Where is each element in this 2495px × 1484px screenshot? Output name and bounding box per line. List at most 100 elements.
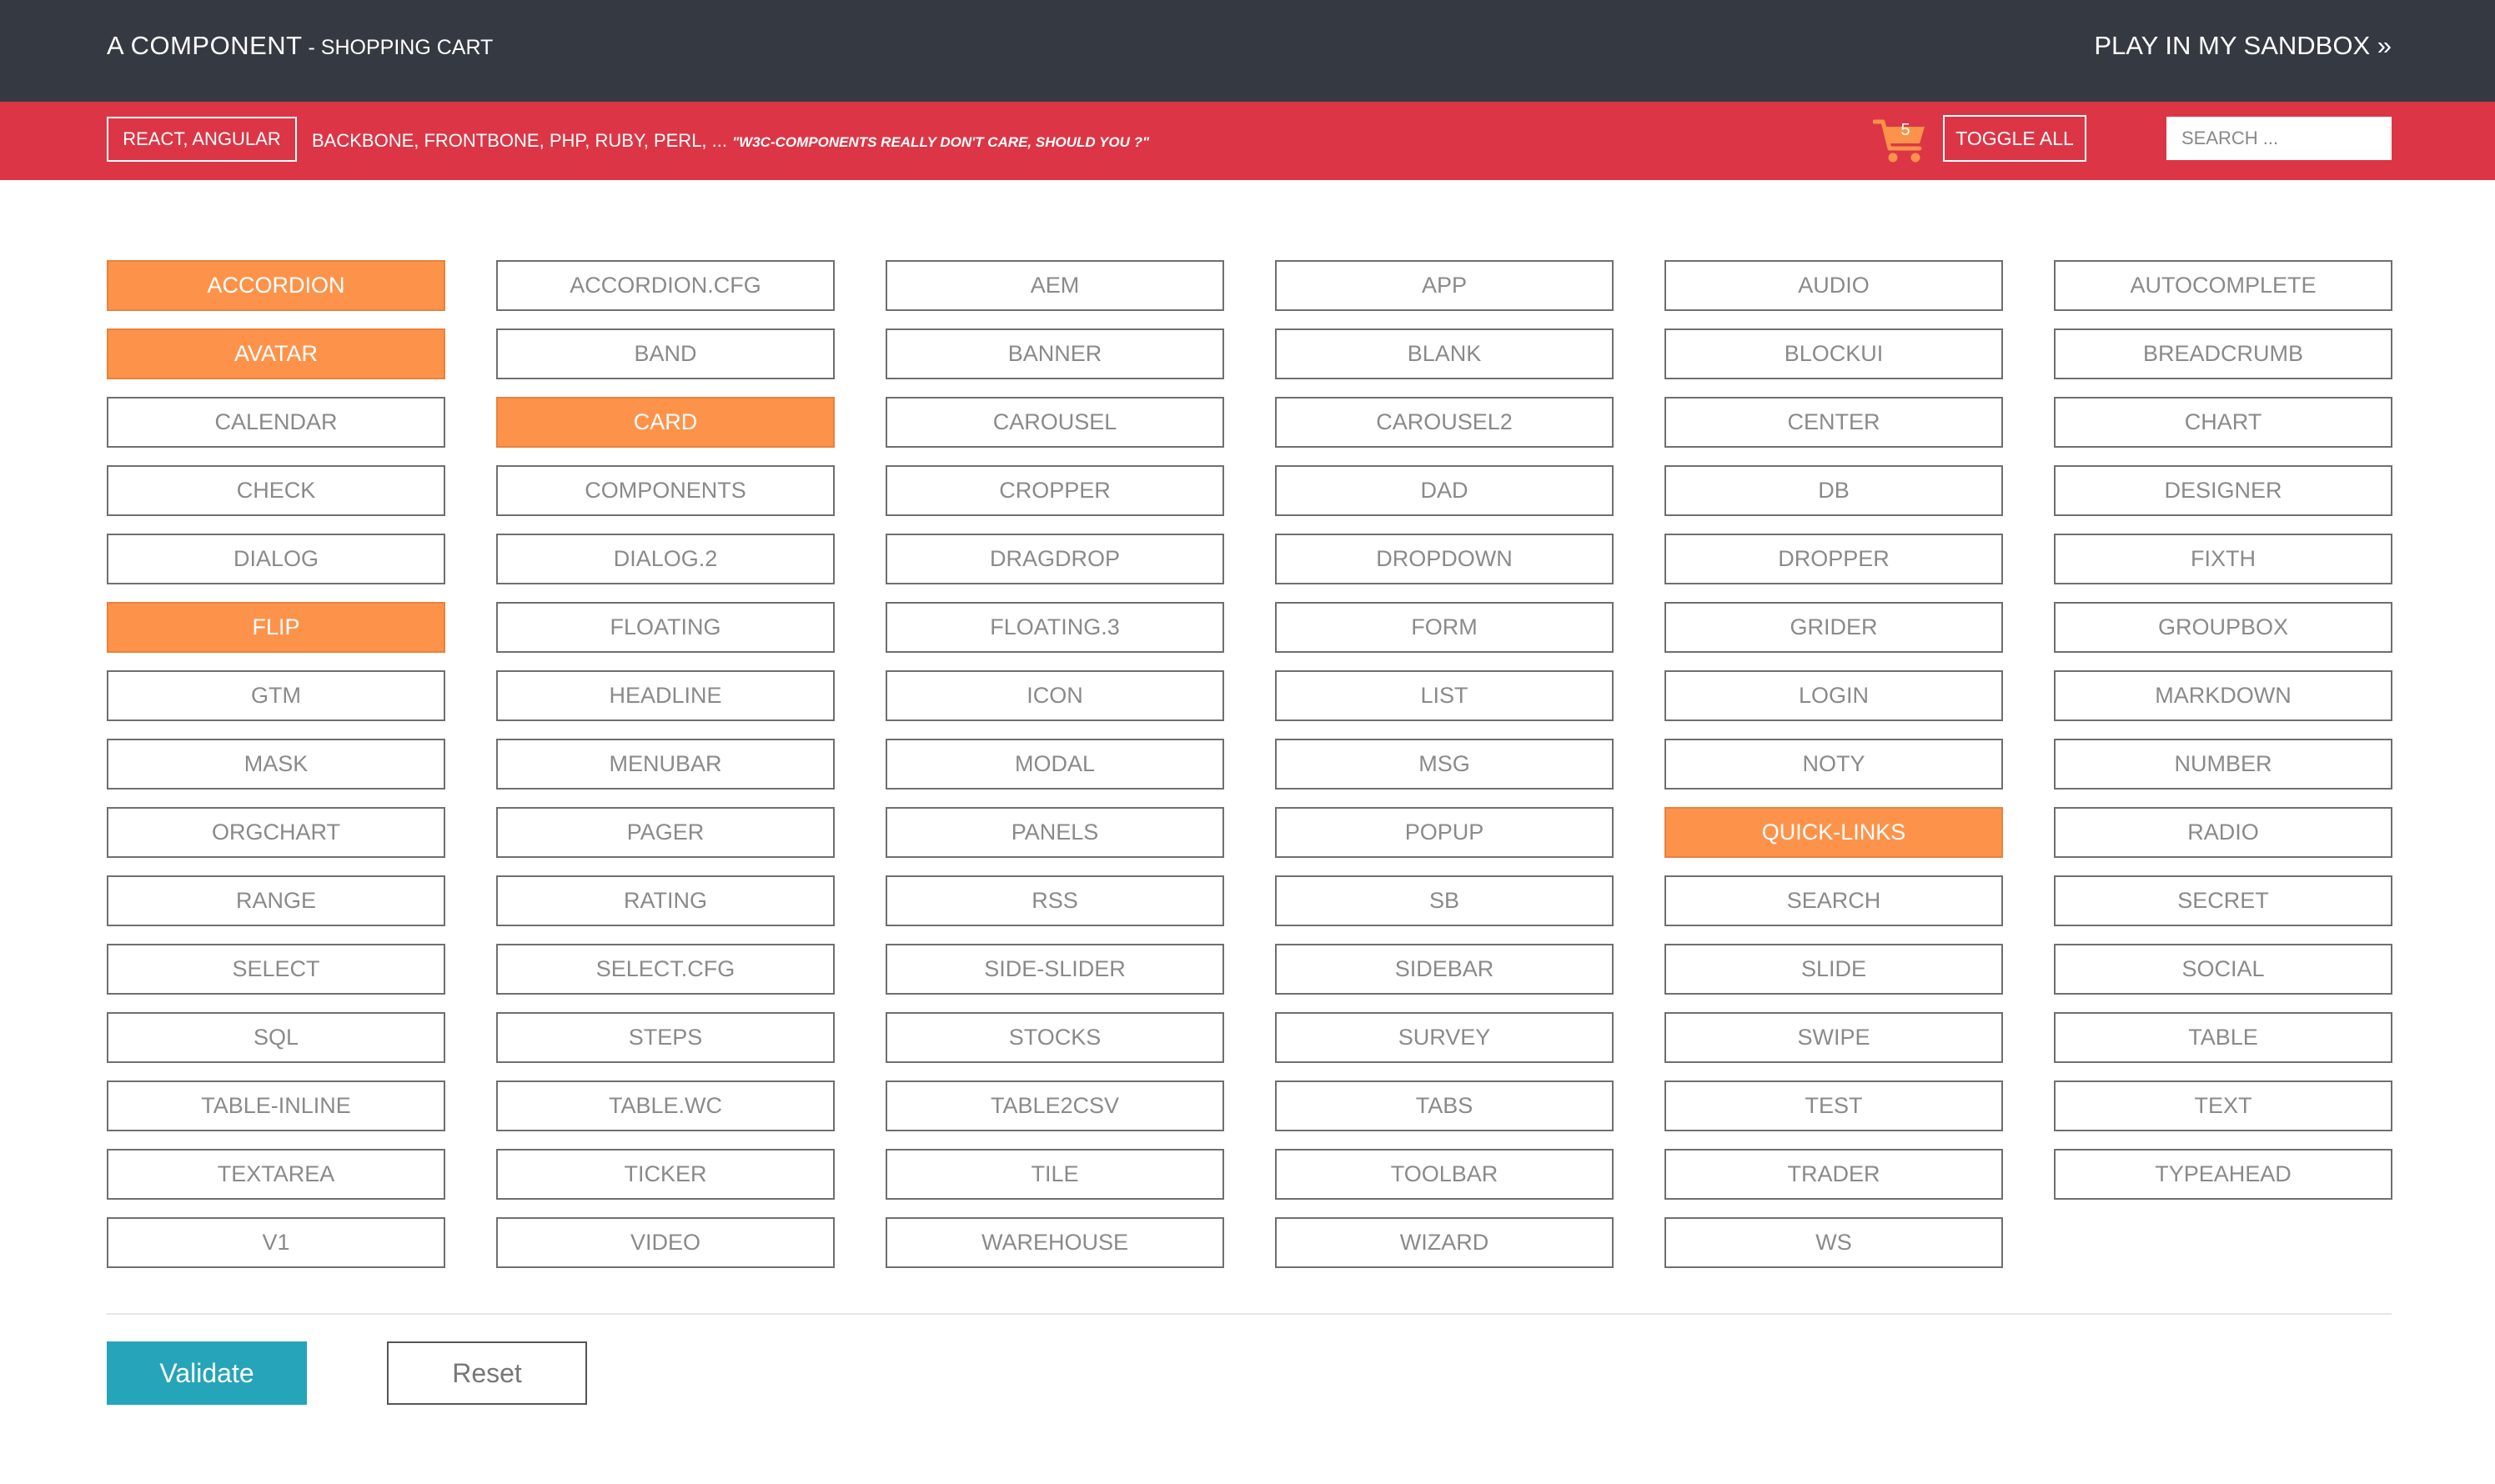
component-toggle-table-wc[interactable]: TABLE.WC [496, 1080, 835, 1131]
component-toggle-audio[interactable]: AUDIO [1664, 260, 2003, 311]
component-toggle-band[interactable]: BAND [496, 328, 835, 379]
component-toggle-app[interactable]: APP [1275, 260, 1614, 311]
component-toggle-slide[interactable]: SLIDE [1664, 944, 2003, 995]
reset-button[interactable]: Reset [387, 1341, 587, 1405]
component-toggle-groupbox[interactable]: GROUPBOX [2054, 602, 2392, 653]
component-toggle-quick-links[interactable]: QUICK-LINKS [1664, 807, 2003, 858]
component-toggle-ws[interactable]: WS [1664, 1217, 2003, 1268]
component-toggle-sql[interactable]: SQL [107, 1012, 445, 1063]
component-toggle-dropdown[interactable]: DROPDOWN [1275, 534, 1614, 584]
component-toggle-table[interactable]: TABLE [2054, 1012, 2392, 1063]
frameworks-button[interactable]: REACT, ANGULAR [107, 117, 297, 162]
component-toggle-stocks[interactable]: STOCKS [886, 1012, 1224, 1063]
component-toggle-flip[interactable]: FLIP [107, 602, 445, 653]
component-toggle-number[interactable]: NUMBER [2054, 739, 2392, 790]
component-toggle-center[interactable]: CENTER [1664, 397, 2003, 448]
component-toggle-sb[interactable]: SB [1275, 875, 1614, 926]
component-toggle-tile[interactable]: TILE [886, 1149, 1224, 1200]
component-toggle-v1[interactable]: V1 [107, 1217, 445, 1268]
component-toggle-dragdrop[interactable]: DRAGDROP [886, 534, 1224, 584]
component-toggle-modal[interactable]: MODAL [886, 739, 1224, 790]
component-toggle-panels[interactable]: PANELS [886, 807, 1224, 858]
component-toggle-carousel2[interactable]: CAROUSEL2 [1275, 397, 1614, 448]
component-toggle-pager[interactable]: PAGER [496, 807, 835, 858]
component-toggle-autocomplete[interactable]: AUTOCOMPLETE [2054, 260, 2392, 311]
component-toggle-dialog[interactable]: DIALOG [107, 534, 445, 584]
component-toggle-test[interactable]: TEST [1664, 1080, 2003, 1131]
component-toggle-dropper[interactable]: DROPPER [1664, 534, 2003, 584]
component-toggle-banner[interactable]: BANNER [886, 328, 1224, 379]
component-toggle-chart[interactable]: CHART [2054, 397, 2392, 448]
component-toggle-mask[interactable]: MASK [107, 739, 445, 790]
component-toggle-rss[interactable]: RSS [886, 875, 1224, 926]
component-grid: ACCORDION ACCORDION.CFG AEM APP AUDIO AUTOCOM… [107, 260, 2392, 1268]
component-toggle-trader[interactable]: TRADER [1664, 1149, 2003, 1200]
component-toggle-typeahead[interactable]: TYPEAHEAD [2054, 1149, 2392, 1200]
component-toggle-video[interactable]: VIDEO [496, 1217, 835, 1268]
component-toggle-carousel[interactable]: CAROUSEL [886, 397, 1224, 448]
component-toggle-msg[interactable]: MSG [1275, 739, 1614, 790]
component-toggle-markdown[interactable]: MARKDOWN [2054, 670, 2392, 721]
component-toggle-table-inline[interactable]: TABLE-INLINE [107, 1080, 445, 1131]
shopping-cart-button[interactable]: 5 [1873, 113, 1930, 165]
component-toggle-grider[interactable]: GRIDER [1664, 602, 2003, 653]
component-toggle-rating[interactable]: RATING [496, 875, 835, 926]
component-toggle-orgchart[interactable]: ORGCHART [107, 807, 445, 858]
component-toggle-gtm[interactable]: GTM [107, 670, 445, 721]
component-toggle-dialog-2[interactable]: DIALOG.2 [496, 534, 835, 584]
component-toggle-tabs[interactable]: TABS [1275, 1080, 1614, 1131]
component-toggle-blockui[interactable]: BLOCKUI [1664, 328, 2003, 379]
component-toggle-calendar[interactable]: CALENDAR [107, 397, 445, 448]
component-toggle-icon[interactable]: ICON [886, 670, 1224, 721]
component-toggle-side-slider[interactable]: SIDE-SLIDER [886, 944, 1224, 995]
component-toggle-warehouse[interactable]: WAREHOUSE [886, 1217, 1224, 1268]
component-toggle-range[interactable]: RANGE [107, 875, 445, 926]
component-toggle-social[interactable]: SOCIAL [2054, 944, 2392, 995]
search-input[interactable] [2166, 117, 2392, 160]
component-toggle-ticker[interactable]: TICKER [496, 1149, 835, 1200]
component-toggle-designer[interactable]: DESIGNER [2054, 465, 2392, 516]
component-toggle-aem[interactable]: AEM [886, 260, 1224, 311]
component-toggle-floating-3[interactable]: FLOATING.3 [886, 602, 1224, 653]
cart-count-badge: 5 [1900, 121, 1910, 139]
component-toggle-blank[interactable]: BLANK [1275, 328, 1614, 379]
component-toggle-popup[interactable]: POPUP [1275, 807, 1614, 858]
component-toggle-check[interactable]: CHECK [107, 465, 445, 516]
component-toggle-avatar[interactable]: AVATAR [107, 328, 445, 379]
component-toggle-steps[interactable]: STEPS [496, 1012, 835, 1063]
component-toggle-form[interactable]: FORM [1275, 602, 1614, 653]
component-toggle-table2csv[interactable]: TABLE2CSV [886, 1080, 1224, 1131]
validate-button[interactable]: Validate [107, 1341, 307, 1405]
component-toggle-search[interactable]: SEARCH [1664, 875, 2003, 926]
component-toggle-wizard[interactable]: WIZARD [1275, 1217, 1614, 1268]
component-toggle-secret[interactable]: SECRET [2054, 875, 2392, 926]
component-toggle-breadcrumb[interactable]: BREADCRUMB [2054, 328, 2392, 379]
component-toggle-survey[interactable]: SURVEY [1275, 1012, 1614, 1063]
component-toggle-text[interactable]: TEXT [2054, 1080, 2392, 1131]
component-toggle-headline[interactable]: HEADLINE [496, 670, 835, 721]
component-toggle-radio[interactable]: RADIO [2054, 807, 2392, 858]
component-toggle-sidebar[interactable]: SIDEBAR [1275, 944, 1614, 995]
component-toggle-select[interactable]: SELECT [107, 944, 445, 995]
component-toggle-toolbar[interactable]: TOOLBAR [1275, 1149, 1614, 1200]
component-toggle-textarea[interactable]: TEXTAREA [107, 1149, 445, 1200]
component-toggle-fixth[interactable]: FIXTH [2054, 534, 2392, 584]
component-toggle-dad[interactable]: DAD [1275, 465, 1614, 516]
component-toggle-floating[interactable]: FLOATING [496, 602, 835, 653]
component-toggle-accordion-cfg[interactable]: ACCORDION.CFG [496, 260, 835, 311]
top-header: A COMPONENT - SHOPPING CART PLAY IN MY S… [0, 0, 2495, 102]
component-toggle-login[interactable]: LOGIN [1664, 670, 2003, 721]
component-toggle-db[interactable]: DB [1664, 465, 2003, 516]
toggle-all-button[interactable]: TOGGLE ALL [1943, 115, 2086, 162]
frameworks-text: BACKBONE, FRONTBONE, PHP, RUBY, PERL, ..… [312, 102, 1149, 180]
component-toggle-accordion[interactable]: ACCORDION [107, 260, 445, 311]
component-toggle-cropper[interactable]: CROPPER [886, 465, 1224, 516]
component-toggle-swipe[interactable]: SWIPE [1664, 1012, 2003, 1063]
component-toggle-noty[interactable]: NOTY [1664, 739, 2003, 790]
play-in-sandbox-link[interactable]: PLAY IN MY SANDBOX » [2094, 0, 2392, 92]
component-toggle-menubar[interactable]: MENUBAR [496, 739, 835, 790]
component-toggle-select-cfg[interactable]: SELECT.CFG [496, 944, 835, 995]
component-toggle-card[interactable]: CARD [496, 397, 835, 448]
component-toggle-list[interactable]: LIST [1275, 670, 1614, 721]
component-toggle-components[interactable]: COMPONENTS [496, 465, 835, 516]
